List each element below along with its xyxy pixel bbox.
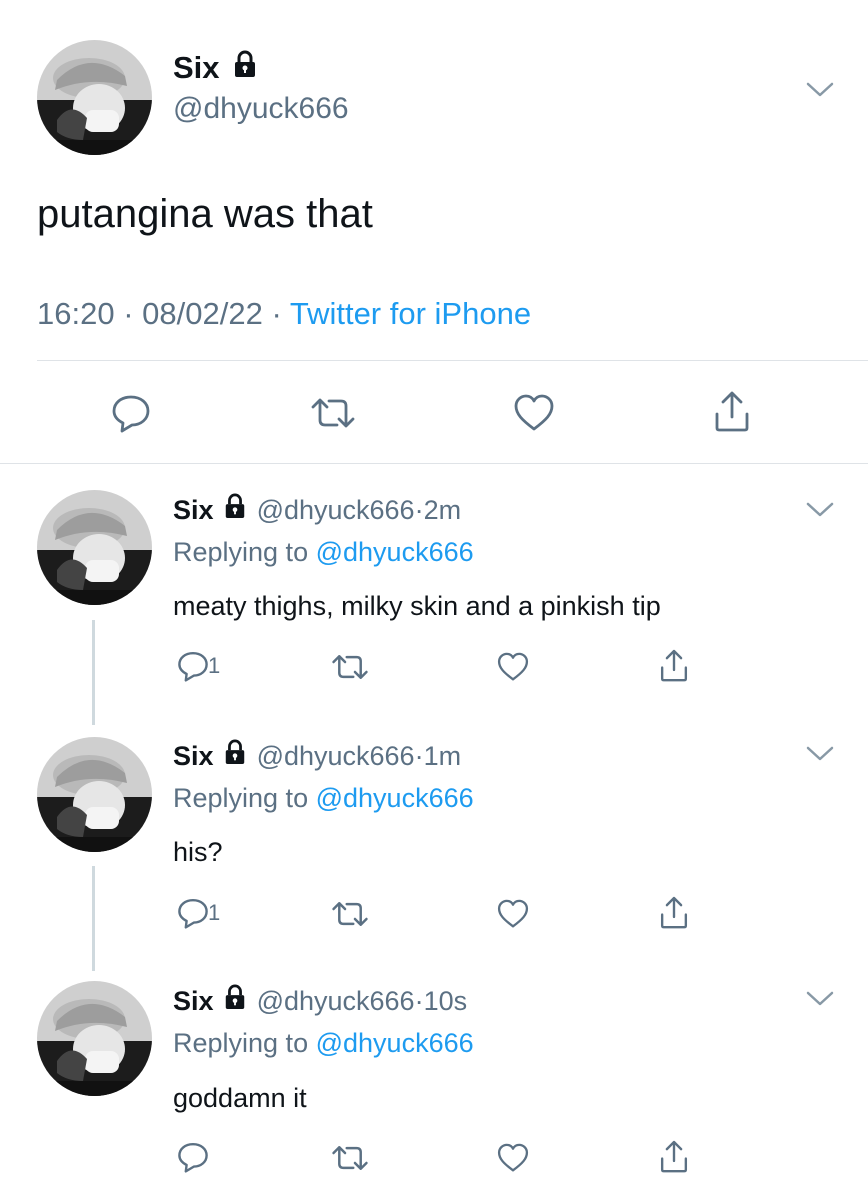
display-name[interactable]: Six <box>173 50 258 86</box>
divider <box>37 360 868 361</box>
tweet-date: 08/02/22 <box>142 296 263 331</box>
replying-to-handle[interactable]: @dhyuck666 <box>316 537 474 567</box>
retweet-button[interactable] <box>331 653 369 681</box>
reply-icon <box>178 899 208 929</box>
retweet-icon <box>332 902 368 926</box>
reply-header: Six @dhyuck666·10s <box>173 984 467 1017</box>
display-name-text: Six <box>173 50 220 85</box>
share-button[interactable] <box>659 895 689 931</box>
reply-text: his? <box>173 837 223 867</box>
chevron-down-icon[interactable] <box>805 81 835 99</box>
tweet-age: 10s <box>423 986 468 1016</box>
reply-count: 1 <box>208 653 221 678</box>
heart-icon <box>497 899 529 928</box>
handle[interactable]: @dhyuck666 <box>173 92 349 126</box>
reply-button[interactable]: 1 <box>176 897 220 929</box>
reply-text: goddamn it <box>173 1083 307 1113</box>
share-button[interactable] <box>713 390 751 434</box>
like-button[interactable] <box>496 651 530 683</box>
heart-icon <box>497 652 529 681</box>
display-name[interactable]: Six <box>173 741 214 771</box>
share-icon <box>660 1140 688 1173</box>
tweet-age: 1m <box>423 741 462 771</box>
reply-header: Six @dhyuck666·1m <box>173 739 461 772</box>
like-button[interactable] <box>496 898 530 930</box>
replying-to-label: Replying to <box>173 1028 309 1058</box>
reply-count: 1 <box>208 900 221 925</box>
retweet-button[interactable] <box>331 900 369 928</box>
avatar[interactable] <box>37 737 152 852</box>
like-button[interactable] <box>512 393 556 433</box>
heart-icon <box>497 1143 529 1172</box>
retweet-button[interactable] <box>331 1144 369 1172</box>
reply-icon <box>178 1143 208 1173</box>
reply-button[interactable]: 1 <box>176 650 220 682</box>
handle[interactable]: @dhyuck666 <box>257 986 415 1016</box>
reply-button[interactable] <box>110 393 152 433</box>
lock-icon <box>235 50 256 77</box>
share-icon <box>660 896 688 929</box>
replying-to: Replying to @dhyuck666 <box>173 537 474 568</box>
meta-separator: · <box>414 741 424 771</box>
meta-separator: · <box>414 986 424 1016</box>
chevron-down-icon[interactable] <box>805 745 835 763</box>
thread-line <box>92 866 95 971</box>
reply-icon <box>112 395 150 433</box>
heart-icon <box>514 394 554 431</box>
share-icon <box>660 649 688 682</box>
share-button[interactable] <box>659 1139 689 1175</box>
lock-icon <box>225 493 245 518</box>
share-button[interactable] <box>659 648 689 684</box>
like-button[interactable] <box>496 1142 530 1174</box>
share-icon <box>715 391 749 432</box>
handle[interactable]: @dhyuck666 <box>257 495 415 525</box>
tweet-time: 16:20 <box>37 296 115 331</box>
retweet-icon <box>311 398 355 428</box>
avatar[interactable] <box>37 981 152 1096</box>
meta-separator: · <box>414 495 424 525</box>
avatar[interactable] <box>37 490 152 605</box>
retweet-icon <box>332 1146 368 1170</box>
lock-icon <box>225 984 245 1009</box>
replying-to-handle[interactable]: @dhyuck666 <box>316 1028 474 1058</box>
avatar[interactable] <box>37 40 152 155</box>
replying-to-label: Replying to <box>173 783 309 813</box>
replying-to: Replying to @dhyuck666 <box>173 1028 474 1059</box>
chevron-down-icon[interactable] <box>805 501 835 519</box>
tweet-meta: 16:20 · 08/02/22 · Twitter for iPhone <box>37 296 531 332</box>
reply-header: Six @dhyuck666·2m <box>173 493 461 526</box>
replying-to-label: Replying to <box>173 537 309 567</box>
reply-icon <box>178 652 208 682</box>
tweet-age: 2m <box>423 495 462 525</box>
replying-to: Replying to @dhyuck666 <box>173 783 474 814</box>
meta-separator: · <box>271 296 282 331</box>
divider <box>0 463 868 464</box>
replying-to-handle[interactable]: @dhyuck666 <box>316 783 474 813</box>
handle[interactable]: @dhyuck666 <box>257 741 415 771</box>
retweet-icon <box>332 655 368 679</box>
reply-text: meaty thighs, milky skin and a pinkish t… <box>173 591 661 621</box>
tweet-source[interactable]: Twitter for iPhone <box>290 296 531 331</box>
lock-icon <box>225 739 245 764</box>
chevron-down-icon[interactable] <box>805 990 835 1008</box>
thread-line <box>92 620 95 725</box>
display-name[interactable]: Six <box>173 495 214 525</box>
tweet-text: putangina was that <box>37 192 373 236</box>
display-name[interactable]: Six <box>173 986 214 1016</box>
meta-separator: · <box>123 296 134 331</box>
retweet-button[interactable] <box>310 396 356 430</box>
reply-button[interactable] <box>176 1141 210 1173</box>
